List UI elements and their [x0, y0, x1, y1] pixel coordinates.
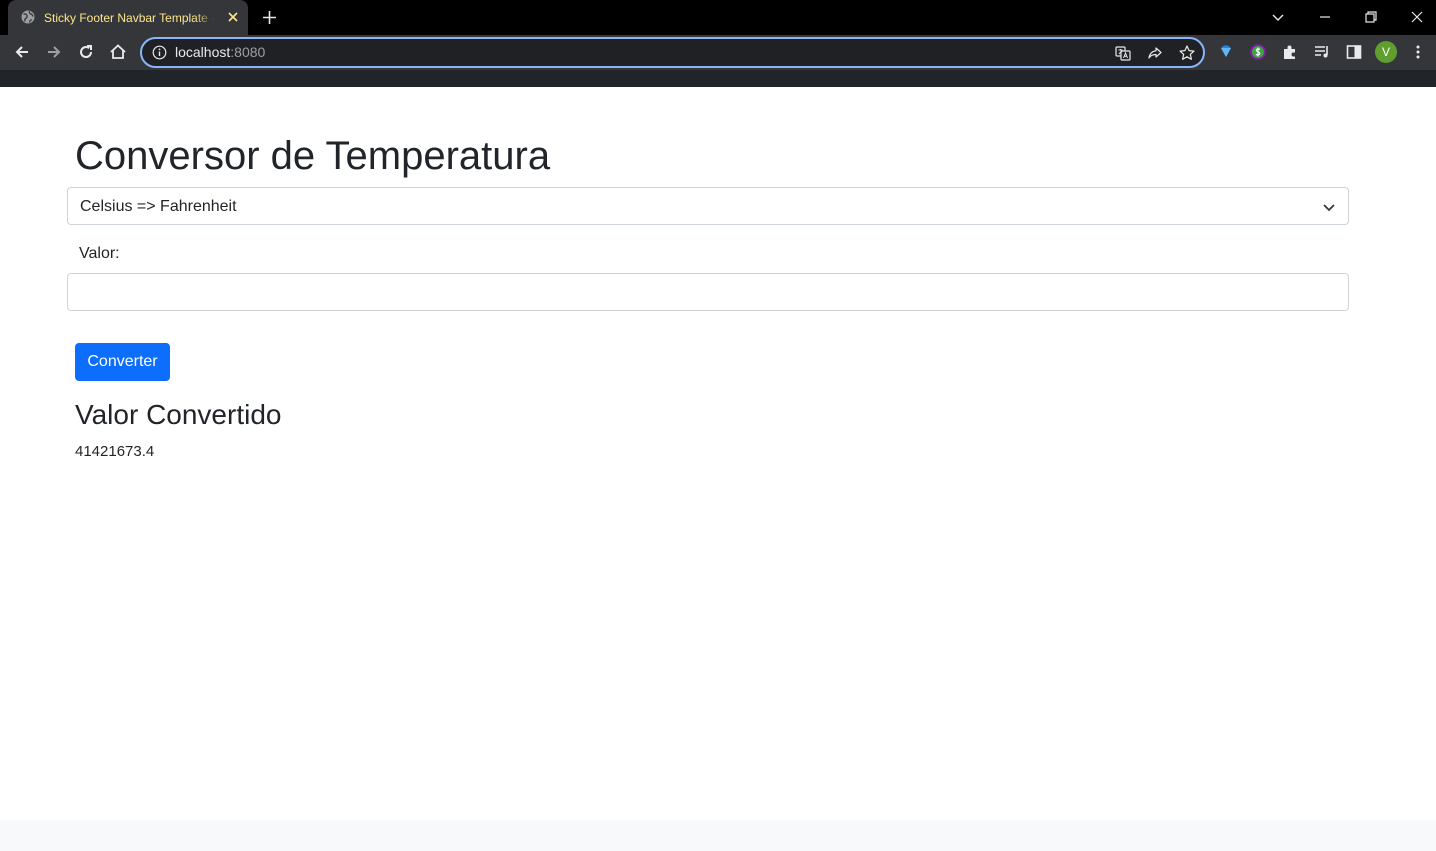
- forward-arrow-icon[interactable]: [44, 42, 64, 62]
- home-icon[interactable]: [108, 42, 128, 62]
- minimize-window-icon[interactable]: [1315, 7, 1335, 27]
- side-panel-icon[interactable]: [1345, 43, 1363, 61]
- gem-extension-icon[interactable]: [1217, 43, 1235, 61]
- close-window-icon[interactable]: [1407, 7, 1427, 27]
- selected-conversion: Celsius => Fahrenheit: [80, 198, 237, 215]
- page-title: Conversor de Temperatura: [75, 134, 551, 178]
- media-control-icon[interactable]: [1313, 43, 1331, 61]
- globe-icon: [21, 10, 35, 24]
- reload-icon[interactable]: [76, 42, 96, 62]
- tab-search-chevron-icon[interactable]: [1268, 7, 1288, 27]
- more-menu-icon[interactable]: [1409, 43, 1427, 61]
- extensions-puzzle-icon[interactable]: [1281, 43, 1299, 61]
- address-bar[interactable]: localhost:8080: [140, 37, 1205, 68]
- result-heading: Valor Convertido: [75, 399, 282, 430]
- chevron-down-icon: [1323, 204, 1335, 212]
- site-info-icon[interactable]: [152, 45, 167, 60]
- back-arrow-icon[interactable]: [12, 42, 32, 62]
- close-tab-icon[interactable]: [226, 10, 240, 24]
- convert-button[interactable]: Converter: [75, 343, 170, 381]
- value-input[interactable]: [67, 273, 1349, 311]
- new-tab-icon[interactable]: [261, 9, 278, 26]
- share-icon[interactable]: [1146, 44, 1164, 62]
- url-host: localhost: [175, 44, 231, 60]
- browser-tab-strip: Sticky Footer Navbar Template · Bootstra…: [0, 0, 1436, 35]
- profile-avatar[interactable]: V: [1375, 41, 1397, 63]
- converted-value: 41421673.4: [75, 443, 155, 460]
- translate-icon[interactable]: [1114, 44, 1132, 62]
- value-label: Valor:: [79, 245, 120, 262]
- url-port: :8080: [230, 44, 266, 60]
- dollar-extension-icon[interactable]: [1249, 43, 1267, 61]
- browser-toolbar: localhost:8080 V: [0, 35, 1436, 70]
- tab-title: Sticky Footer Navbar Template · Bootstra…: [44, 10, 216, 26]
- url-text[interactable]: localhost:8080: [175, 44, 265, 61]
- page-footer: [0, 820, 1436, 851]
- bookmark-star-icon[interactable]: [1178, 44, 1196, 62]
- restore-window-icon[interactable]: [1361, 7, 1381, 27]
- page-navbar: [0, 70, 1436, 87]
- browser-tab[interactable]: Sticky Footer Navbar Template · Bootstra…: [8, 0, 248, 35]
- conversion-type-select[interactable]: Celsius => Fahrenheit: [67, 187, 1349, 225]
